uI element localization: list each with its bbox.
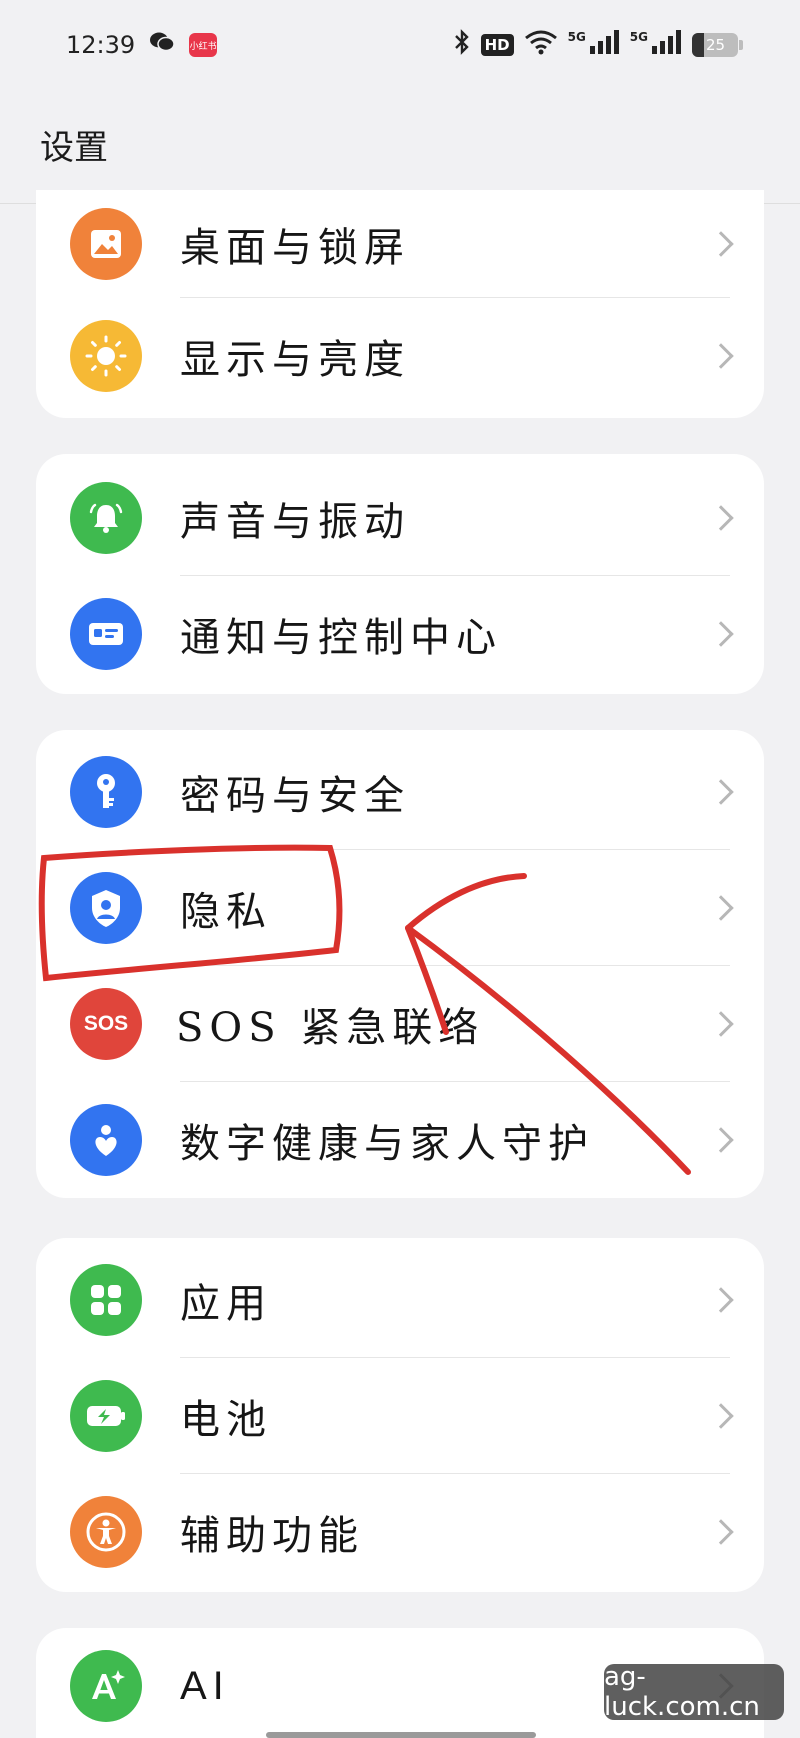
settings-item-sound-vibration[interactable]: 声音与振动 — [36, 460, 764, 576]
xiaohongshu-icon: 小红书 — [189, 33, 218, 57]
notification-icon — [70, 598, 142, 670]
signal-icon — [589, 30, 620, 60]
bell-icon — [70, 482, 142, 554]
settings-item-label: 应用 — [180, 1281, 272, 1327]
apps-grid-icon — [70, 1264, 142, 1336]
network-type-label-2: 5G — [629, 30, 648, 44]
chevron-right-icon — [708, 621, 734, 647]
settings-item-desktop-lockscreen[interactable]: 桌面与锁屏 — [36, 190, 764, 298]
settings-item-label: 电池 — [180, 1397, 272, 1443]
key-icon — [70, 756, 142, 828]
hd-voice-icon: HD — [480, 34, 514, 56]
home-indicator[interactable] — [266, 1732, 536, 1738]
privacy-shield-icon — [70, 872, 142, 944]
settings-item-accessibility[interactable]: 辅助功能 — [36, 1474, 764, 1590]
chevron-right-icon — [708, 1287, 734, 1313]
sos-icon-text: SOS — [83, 1012, 129, 1035]
network-type-label: 5G — [567, 30, 586, 44]
settings-item-label: 桌面与锁屏 — [180, 225, 410, 271]
settings-item-label: 隐私 — [180, 889, 272, 935]
wechat-icon — [149, 31, 175, 59]
settings-item-label: 声音与振动 — [180, 499, 410, 545]
watermark: ag-luck.com.cn — [604, 1662, 784, 1722]
chevron-right-icon — [708, 895, 734, 921]
status-time: 12:39 — [66, 31, 136, 59]
wallpaper-icon — [70, 208, 142, 280]
settings-item-battery[interactable]: 电池 — [36, 1358, 764, 1474]
settings-item-label: 辅助功能 — [180, 1513, 364, 1559]
settings-item-label: 数字健康与家人守护 — [180, 1121, 594, 1167]
settings-item-label: 显示与亮度 — [180, 337, 410, 383]
page-title: 设置 — [40, 128, 108, 168]
settings-item-label: 通知与控制中心 — [180, 615, 502, 661]
settings-item-sos-emergency[interactable]: SOS SOS 紧急联络 — [36, 966, 764, 1082]
settings-item-label: 密码与安全 — [180, 773, 410, 819]
wifi-icon — [524, 29, 558, 61]
battery-icon — [70, 1380, 142, 1452]
chevron-right-icon — [708, 1127, 734, 1153]
chevron-right-icon — [708, 1403, 734, 1429]
chevron-right-icon — [708, 1011, 734, 1037]
chevron-right-icon — [708, 779, 734, 805]
chevron-right-icon — [708, 343, 734, 369]
settings-item-password-security[interactable]: 密码与安全 — [36, 734, 764, 850]
settings-item-privacy[interactable]: 隐私 — [36, 850, 764, 966]
bluetooth-icon — [453, 29, 471, 61]
battery-level: 25 — [706, 36, 726, 54]
battery-indicator: 25 — [692, 33, 743, 57]
accessibility-icon — [70, 1496, 142, 1568]
settings-item-apps[interactable]: 应用 — [36, 1242, 764, 1358]
chevron-right-icon — [708, 1519, 734, 1545]
settings-group-apps: 应用 电池 辅助功能 — [36, 1238, 764, 1592]
settings-group-sound-notify: 声音与振动 通知与控制中心 — [36, 454, 764, 694]
sun-icon — [70, 320, 142, 392]
settings-item-notification-control[interactable]: 通知与控制中心 — [36, 576, 764, 692]
settings-item-digital-wellbeing[interactable]: 数字健康与家人守护 — [36, 1082, 764, 1198]
settings-group-display: 桌面与锁屏 显示与亮度 — [36, 190, 764, 418]
status-bar: 12:39 小红书 HD 5G 5G 25 — [0, 0, 800, 90]
signal-icon-2 — [652, 30, 682, 60]
sos-icon: SOS — [70, 988, 142, 1060]
chevron-right-icon — [708, 231, 734, 257]
chevron-right-icon — [708, 505, 734, 531]
ai-sparkle-icon — [70, 1650, 142, 1722]
settings-item-label: SOS 紧急联络 — [176, 1005, 485, 1051]
heart-person-icon — [70, 1104, 142, 1176]
settings-item-label: AI — [180, 1663, 230, 1708]
settings-item-display-brightness[interactable]: 显示与亮度 — [36, 298, 764, 414]
settings-group-security: 密码与安全 隐私 SOS SOS 紧急联络 数字健康与家人守护 — [36, 730, 764, 1198]
